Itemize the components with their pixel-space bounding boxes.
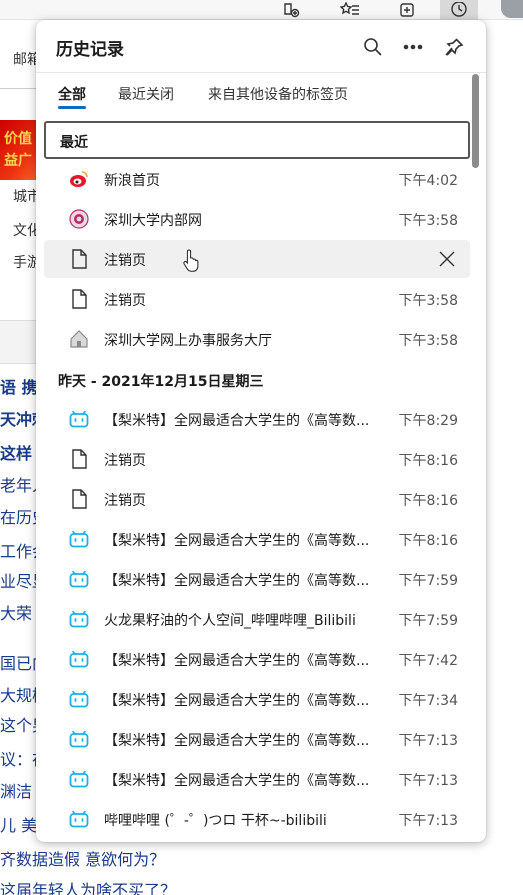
history-item-time: 下午8:16 (398, 453, 458, 469)
history-item[interactable]: 【梨米特】全网最适合大学生的《高等数... 下午8:29 (44, 400, 470, 438)
profile-avatar[interactable] (501, 0, 523, 18)
header-divider (36, 72, 486, 73)
more-icon[interactable] (400, 34, 426, 60)
history-item[interactable]: 注销页 下午8:16 (44, 440, 470, 478)
tab-other-devices[interactable]: 来自其他设备的标签页 (208, 84, 348, 104)
tab-active-indicator (58, 106, 86, 109)
history-item-title: 【梨米特】全网最适合大学生的《高等数... (104, 413, 370, 429)
history-header: 历史记录 (36, 20, 486, 72)
history-item[interactable]: 【梨米特】全网最适合大学生的《高等数... 下午7:13 (44, 760, 470, 798)
pin-icon[interactable] (441, 34, 467, 60)
bilibili-icon (69, 809, 89, 829)
bg-link[interactable]: 儿 美 (0, 812, 37, 836)
bg-headline[interactable]: 语 携 (0, 374, 38, 398)
history-item-time: 下午3:58 (398, 333, 458, 349)
scrollbar[interactable] (470, 76, 482, 836)
bilibili-icon (69, 409, 89, 429)
browser-toolbar (0, 0, 523, 20)
history-item-title: 注销页 (104, 253, 146, 269)
history-tabs: 全部 最近关闭 来自其他设备的标签页 (36, 84, 466, 112)
tab-recently-closed[interactable]: 最近关闭 (118, 84, 174, 104)
yesterday-heading: 昨天 - 2021年12月15日星期三 (58, 374, 264, 390)
bilibili-icon (69, 689, 89, 709)
history-item-title: 深圳大学网上办事服务大厅 (104, 333, 272, 349)
weibo-icon (69, 169, 89, 189)
history-item[interactable]: 火龙果籽油的个人空间_哔哩哔哩_Bilibili 下午7:59 (44, 600, 470, 638)
history-item-title: 哔哩哔哩 (゜-゜)つロ 干杯~-bilibili (104, 813, 327, 829)
history-item[interactable]: 【梨米特】全网最适合大学生的《高等数... 下午7:59 (44, 560, 470, 598)
history-item[interactable]: 注销页 (44, 240, 470, 278)
history-filter-box[interactable]: 最近 (44, 121, 470, 159)
tab-all[interactable]: 全部 (58, 84, 86, 104)
history-item[interactable]: 【梨米特】全网最适合大学生的《高等数... 下午8:16 (44, 520, 470, 558)
page-icon (69, 489, 89, 509)
bg-link[interactable]: 渊洁 (0, 778, 32, 802)
history-item-title: 【梨米特】全网最适合大学生的《高等数... (104, 573, 370, 589)
history-item-time: 下午7:34 (398, 693, 458, 709)
history-item[interactable]: 【梨米特】全网最适合大学生的《高等数... 下午7:13 (44, 720, 470, 758)
history-item-title: 深圳大学内部网 (104, 213, 202, 229)
history-item-title: 【梨米特】全网最适合大学生的《高等数... (104, 693, 370, 709)
history-item-title: 火龙果籽油的个人空间_哔哩哔哩_Bilibili (104, 613, 356, 629)
history-item-time: 下午7:42 (398, 653, 458, 669)
history-item-title: 注销页 (104, 493, 146, 509)
history-item-time: 下午7:13 (398, 813, 458, 829)
history-item-title: 【梨米特】全网最适合大学生的《高等数... (104, 533, 370, 549)
history-item[interactable]: 【梨米特】全网最适合大学生的《高等数... 下午7:42 (44, 640, 470, 678)
history-item[interactable]: 新浪首页 下午4:02 (44, 160, 470, 198)
history-item[interactable]: 深圳大学内部网 下午3:58 (44, 200, 470, 238)
bg-link[interactable]: 齐数据造假 意欲何为？ (0, 846, 165, 870)
history-item[interactable]: 【梨米特】全网最适合大学生的《高等数... 下午7:34 (44, 680, 470, 718)
history-item-time: 下午3:58 (398, 293, 458, 309)
history-item[interactable]: 注销页 下午3:58 (44, 280, 470, 318)
delete-item-icon[interactable] (438, 250, 456, 268)
history-item-title: 【梨米特】全网最适合大学生的《高等数... (104, 773, 370, 789)
bg-link[interactable]: 大荣 (0, 600, 32, 624)
page-icon (69, 289, 89, 309)
history-item-time: 下午3:58 (398, 213, 458, 229)
hand-cursor-icon (183, 249, 199, 272)
home-icon (69, 329, 89, 349)
add-extension-icon[interactable] (272, 0, 310, 20)
favorites-icon[interactable] (331, 0, 369, 20)
history-panel: 历史记录 全部 最近关闭 来自其他设备的标签页 最近 新浪首页 下午4:02 深圳大… (36, 20, 486, 842)
history-item-time: 下午4:02 (398, 173, 458, 189)
history-item-time: 下午7:59 (398, 573, 458, 589)
history-item[interactable]: 哔哩哔哩 (゜-゜)つロ 干杯~-bilibili 下午7:13 (44, 800, 470, 838)
szu-logo-icon (69, 209, 89, 229)
history-item-time: 下午8:16 (398, 493, 458, 509)
history-item-title: 【梨米特】全网最适合大学生的《高等数... (104, 653, 370, 669)
bilibili-icon (69, 769, 89, 789)
history-item-time: 下午8:29 (398, 413, 458, 429)
collections-icon[interactable] (388, 0, 426, 20)
history-item-title: 注销页 (104, 453, 146, 469)
history-item-title: 新浪首页 (104, 173, 160, 189)
history-item-time: 下午8:16 (398, 533, 458, 549)
page-icon (69, 249, 89, 269)
bg-link[interactable]: 这届年轻人为啥不买了？ (0, 877, 176, 895)
bilibili-icon (69, 649, 89, 669)
search-icon[interactable] (360, 34, 386, 60)
scrollbar-thumb[interactable] (472, 74, 479, 168)
history-title: 历史记录 (56, 40, 124, 60)
bilibili-icon (69, 729, 89, 749)
history-icon[interactable] (440, 0, 478, 20)
history-item-time: 下午7:13 (398, 773, 458, 789)
history-item-time: 下午7:59 (398, 613, 458, 629)
history-item[interactable]: 深圳大学网上办事服务大厅 下午3:58 (44, 320, 470, 358)
bilibili-icon (69, 529, 89, 549)
bg-banner-line: 益广 (4, 153, 32, 169)
history-item[interactable]: 注销页 下午8:16 (44, 480, 470, 518)
bg-headline[interactable]: 这样 (0, 440, 32, 464)
recent-section-label: 最近 (60, 135, 88, 151)
history-item-title: 【梨米特】全网最适合大学生的《高等数... (104, 733, 370, 749)
page-icon (69, 449, 89, 469)
history-item-time: 下午7:13 (398, 733, 458, 749)
history-item-title: 注销页 (104, 293, 146, 309)
bilibili-icon (69, 569, 89, 589)
bg-banner-line: 价值 (4, 131, 32, 147)
bilibili-icon (69, 609, 89, 629)
